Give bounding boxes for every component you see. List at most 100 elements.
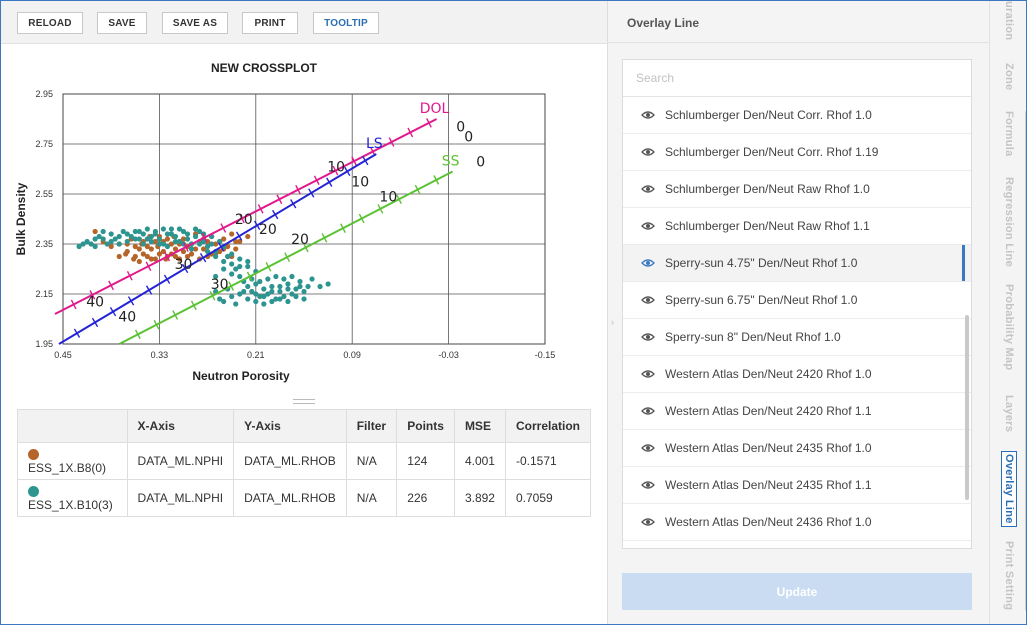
data-point[interactable] xyxy=(261,286,267,292)
data-point[interactable] xyxy=(293,293,299,300)
data-point[interactable] xyxy=(261,301,267,307)
data-point[interactable] xyxy=(100,228,106,235)
data-point[interactable] xyxy=(192,226,199,232)
data-point[interactable] xyxy=(301,288,307,295)
data-point[interactable] xyxy=(285,286,291,292)
data-point[interactable] xyxy=(269,298,275,305)
update-button[interactable]: Update xyxy=(622,573,972,610)
data-point[interactable] xyxy=(317,283,323,290)
list-scrollbar[interactable] xyxy=(965,315,969,500)
overlay-list-item[interactable]: Schlumberger Den/Neut Corr. Rhof 1.0 xyxy=(623,97,971,134)
data-point[interactable] xyxy=(168,226,175,232)
data-point[interactable] xyxy=(237,273,243,280)
tab-regression-line[interactable]: Regression Line xyxy=(990,177,1026,267)
overlay-list-item[interactable]: Western Atlas Den/Neut 2420 Rhof 1.0 xyxy=(623,356,971,393)
data-point[interactable] xyxy=(209,241,215,247)
data-point[interactable] xyxy=(136,246,142,252)
data-point[interactable] xyxy=(92,228,98,235)
data-point[interactable] xyxy=(188,246,195,252)
table-row[interactable]: ESS_1X.B10(3) DATA_ML.NPHI DATA_ML.RHOB … xyxy=(17,479,592,517)
data-point[interactable] xyxy=(172,238,179,245)
data-point[interactable] xyxy=(184,231,191,237)
data-point[interactable] xyxy=(229,271,235,277)
overlay-list-item[interactable]: Sperry-sun 6.75" Den/Neut Rhof 1.0 xyxy=(623,282,971,319)
data-point[interactable] xyxy=(245,258,251,265)
overlay-list-item[interactable]: Sperry-sun 4.75" Den/Neut Rhof 1.0 xyxy=(623,245,971,282)
data-point[interactable] xyxy=(176,226,183,232)
data-point[interactable] xyxy=(196,241,203,247)
data-point[interactable] xyxy=(96,233,102,240)
data-point[interactable] xyxy=(297,283,303,290)
data-point[interactable] xyxy=(301,296,307,302)
data-point[interactable] xyxy=(245,263,251,270)
data-point[interactable] xyxy=(233,246,239,252)
data-point[interactable] xyxy=(164,243,171,250)
data-point[interactable] xyxy=(192,233,199,240)
data-point[interactable] xyxy=(156,251,162,257)
data-point[interactable] xyxy=(253,298,259,305)
table-row[interactable]: ESS_1X.B8(0) DATA_ML.NPHI DATA_ML.RHOB N… xyxy=(17,442,592,480)
data-point[interactable] xyxy=(229,251,235,257)
data-point[interactable] xyxy=(257,278,263,285)
data-point[interactable] xyxy=(305,283,311,290)
data-point[interactable] xyxy=(213,253,219,260)
data-point[interactable] xyxy=(269,283,275,290)
data-point[interactable] xyxy=(184,236,191,242)
data-point[interactable] xyxy=(297,278,303,285)
data-point[interactable] xyxy=(108,231,114,237)
overlay-list-item[interactable]: Western Atlas Den/Neut 2435 Rhof 1.0 xyxy=(623,430,971,467)
data-point[interactable] xyxy=(221,266,227,272)
save-as-button[interactable]: SAVE AS xyxy=(162,12,228,34)
data-point[interactable] xyxy=(221,258,227,265)
reload-button[interactable]: RELOAD xyxy=(17,12,83,34)
tab-print-setting[interactable]: Print Setting xyxy=(990,541,1026,610)
tab-overlay-line[interactable]: Overlay Line xyxy=(990,451,1026,527)
overlay-list-item[interactable]: Sperry-sun 8" Den/Neut Rhof 1.0 xyxy=(623,319,971,356)
data-point[interactable] xyxy=(265,276,271,282)
data-point[interactable] xyxy=(136,228,142,235)
data-point[interactable] xyxy=(120,228,126,235)
print-button[interactable]: PRINT xyxy=(242,12,298,34)
data-point[interactable] xyxy=(88,241,94,247)
tab-configuration[interactable]: uration xyxy=(990,1,1026,40)
data-point[interactable] xyxy=(309,276,315,282)
tab-zone[interactable]: Zone xyxy=(990,63,1026,90)
data-point[interactable] xyxy=(277,288,283,295)
data-point[interactable] xyxy=(285,281,291,287)
data-point[interactable] xyxy=(136,258,142,265)
splitter-grip-icon[interactable] xyxy=(293,398,315,404)
data-point[interactable] xyxy=(229,261,235,267)
data-point[interactable] xyxy=(168,231,175,237)
tab-formula[interactable]: Formula xyxy=(990,111,1026,157)
data-point[interactable] xyxy=(124,238,130,245)
data-point[interactable] xyxy=(140,241,146,247)
overlay-list-item[interactable]: Schlumberger Den/Neut Raw Rhof 1.1 xyxy=(623,208,971,245)
data-point[interactable] xyxy=(253,291,259,297)
data-point[interactable] xyxy=(285,298,291,305)
collapse-panel-icon[interactable]: › xyxy=(611,317,614,327)
data-point[interactable] xyxy=(144,253,150,260)
resize-splitter[interactable] xyxy=(1,395,607,407)
data-point[interactable] xyxy=(237,256,243,262)
data-point[interactable] xyxy=(261,293,267,300)
data-point[interactable] xyxy=(233,301,239,307)
data-point[interactable] xyxy=(229,231,235,237)
overlay-list-item[interactable]: Schlumberger Den/Neut Corr. Rhof 1.19 xyxy=(623,134,971,171)
data-point[interactable] xyxy=(144,236,150,242)
data-point[interactable] xyxy=(289,273,295,280)
tooltip-button[interactable]: TOOLTIP xyxy=(313,12,379,34)
data-point[interactable] xyxy=(76,243,82,250)
data-point[interactable] xyxy=(144,226,150,232)
tab-layers[interactable]: Layers xyxy=(990,395,1026,432)
overlay-list-item[interactable]: Schlumberger Den/Neut Raw Rhof 1.0 xyxy=(623,171,971,208)
data-point[interactable] xyxy=(116,241,122,247)
save-button[interactable]: SAVE xyxy=(97,12,147,34)
data-point[interactable] xyxy=(325,281,331,287)
data-point[interactable] xyxy=(281,276,287,282)
tab-probability-map[interactable]: Probability Map xyxy=(990,284,1026,370)
data-point[interactable] xyxy=(156,236,162,242)
data-point[interactable] xyxy=(277,283,283,290)
data-point[interactable] xyxy=(112,236,118,242)
data-point[interactable] xyxy=(123,251,129,257)
data-point[interactable] xyxy=(245,233,251,240)
